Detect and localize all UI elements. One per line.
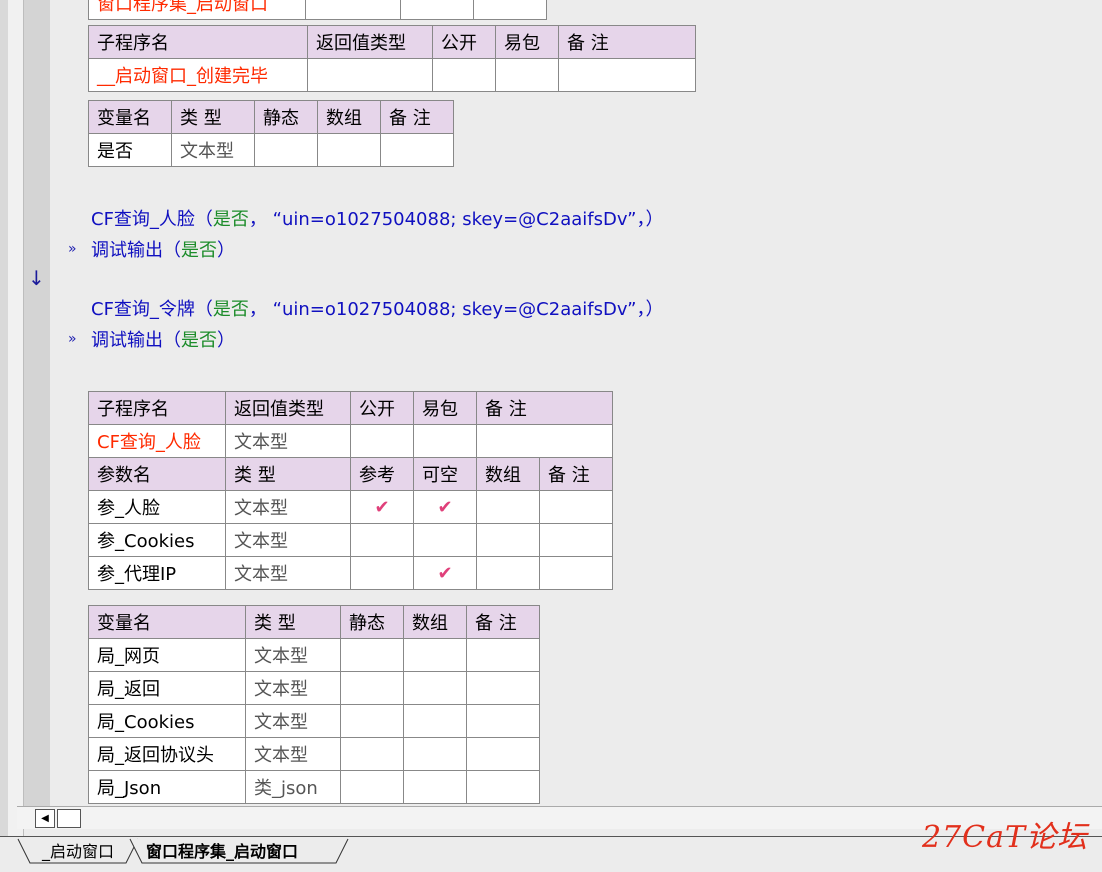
param-type[interactable]: 文本型 <box>225 523 351 557</box>
tab-startup-window[interactable]: _启动窗口 <box>34 840 122 864</box>
col-header: 类 型 <box>245 605 341 639</box>
col-header: 备 注 <box>466 605 540 639</box>
optional-check-icon[interactable]: ✔ <box>413 490 477 524</box>
code-editor[interactable]: 窗口程序集_启动窗口 子程序名 返回值类型 公开 易包 备 注 __启动窗口_创… <box>50 0 1102 806</box>
col-header: 参考 <box>350 457 414 491</box>
code-line-1[interactable]: CF查询_人脸（是否， “uin=o1027504088; skey=@C2aa… <box>91 205 664 231</box>
variable-row[interactable]: 局_Cookies 文本型 <box>88 704 540 738</box>
variable-table-startup: 变量名 类 型 静态 数组 备 注 是否 文本型 <box>88 100 454 167</box>
param-name[interactable]: 参_人脸 <box>88 490 226 524</box>
return-type[interactable]: 文本型 <box>225 424 351 458</box>
param-type[interactable]: 文本型 <box>225 556 351 590</box>
subroutine-name[interactable]: __启动窗口_创建完毕 <box>88 58 308 92</box>
variable-type[interactable]: 文本型 <box>245 671 341 705</box>
col-header: 静态 <box>254 100 318 134</box>
col-header: 返回值类型 <box>225 391 351 425</box>
col-header: 数组 <box>476 457 540 491</box>
col-header: 类 型 <box>225 457 351 491</box>
partial-table-cell: 窗口程序集_启动窗口 <box>88 0 306 20</box>
col-header: 备 注 <box>380 100 454 134</box>
col-header: 参数名 <box>88 457 226 491</box>
col-header: 可空 <box>413 457 477 491</box>
partial-table: 窗口程序集_启动窗口 <box>88 0 547 20</box>
param-name[interactable]: 参_Cookies <box>88 523 226 557</box>
col-header: 数组 <box>403 605 467 639</box>
col-header: 易包 <box>413 391 477 425</box>
variable-type[interactable]: 文本型 <box>245 638 341 672</box>
breakpoint-gutter[interactable] <box>24 0 50 806</box>
col-header: 公开 <box>432 25 496 59</box>
col-header: 数组 <box>317 100 381 134</box>
variable-name[interactable]: 局_返回 <box>88 671 246 705</box>
code-line-3[interactable]: CF查询_令牌（是否， “uin=o1027504088; skey=@C2aa… <box>91 295 664 321</box>
col-header: 公开 <box>350 391 414 425</box>
tab-window-assembly[interactable]: 窗口程序集_启动窗口 <box>138 840 306 864</box>
subroutine-table-face: 子程序名 返回值类型 公开 易包 备 注 CF查询_人脸 文本型 参数名 类 型… <box>88 391 613 590</box>
param-name[interactable]: 参_代理IP <box>88 556 226 590</box>
col-header: 变量名 <box>88 605 246 639</box>
code-line-2[interactable]: 调试输出（是否） <box>91 236 235 262</box>
scroll-left-arrow-icon[interactable]: ◀ <box>35 809 55 828</box>
param-row[interactable]: 参_人脸 文本型 ✔ ✔ <box>88 490 613 524</box>
variable-type[interactable]: 文本型 <box>245 704 341 738</box>
col-header: 返回值类型 <box>307 25 433 59</box>
scroll-thumb[interactable] <box>57 809 81 828</box>
variable-type[interactable]: 类_json <box>245 770 341 804</box>
watermark: 27CaT论坛 <box>921 820 1088 855</box>
variable-name[interactable]: 局_Json <box>88 770 246 804</box>
variable-table-face: 变量名 类 型 静态 数组 备 注 局_网页 文本型 局_返回 文本型 局_Co… <box>88 605 540 804</box>
subroutine-name[interactable]: CF查询_人脸 <box>88 424 226 458</box>
col-header: 类 型 <box>171 100 255 134</box>
variable-name[interactable]: 局_Cookies <box>88 704 246 738</box>
line-gutter <box>8 0 24 836</box>
col-header: 备 注 <box>476 391 613 425</box>
execution-arrow-icon: ↓ <box>28 266 45 290</box>
variable-name[interactable]: 是否 <box>88 133 172 167</box>
col-header: 变量名 <box>88 100 172 134</box>
variable-row[interactable]: 局_返回 文本型 <box>88 671 540 705</box>
variable-type[interactable]: 文本型 <box>245 737 341 771</box>
variable-row[interactable]: 局_Json 类_json <box>88 770 540 804</box>
fold-marker-icon[interactable]: » <box>68 241 77 257</box>
param-row[interactable]: 参_代理IP 文本型 ✔ <box>88 556 613 590</box>
col-header: 静态 <box>340 605 404 639</box>
col-header: 子程序名 <box>88 25 308 59</box>
variable-name[interactable]: 局_网页 <box>88 638 246 672</box>
col-header: 子程序名 <box>88 391 226 425</box>
variable-row[interactable]: 局_返回协议头 文本型 <box>88 737 540 771</box>
variable-type[interactable]: 文本型 <box>171 133 255 167</box>
col-header: 易包 <box>495 25 559 59</box>
fold-marker-icon[interactable]: » <box>68 331 77 347</box>
col-header: 备 注 <box>558 25 696 59</box>
param-type[interactable]: 文本型 <box>225 490 351 524</box>
variable-row[interactable]: 局_网页 文本型 <box>88 638 540 672</box>
reference-check-icon[interactable]: ✔ <box>350 490 414 524</box>
optional-check-icon[interactable]: ✔ <box>413 556 477 590</box>
col-header: 备 注 <box>539 457 613 491</box>
code-line-4[interactable]: 调试输出（是否） <box>91 326 235 352</box>
subroutine-table-startup: 子程序名 返回值类型 公开 易包 备 注 __启动窗口_创建完毕 <box>88 25 696 92</box>
param-row[interactable]: 参_Cookies 文本型 <box>88 523 613 557</box>
variable-name[interactable]: 局_返回协议头 <box>88 737 246 771</box>
